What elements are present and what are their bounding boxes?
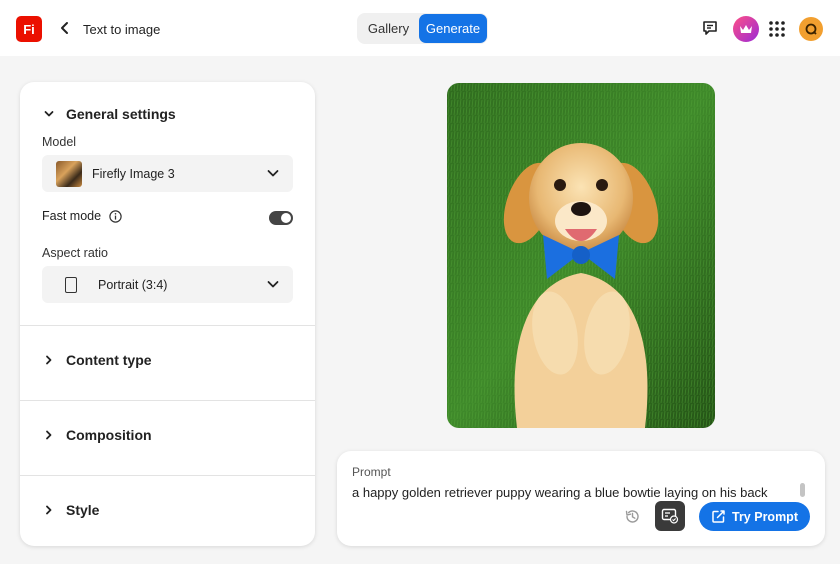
premium-crown-icon[interactable] (733, 16, 759, 42)
style-reference-icon (661, 508, 679, 524)
portrait-icon (65, 276, 77, 293)
fast-mode-row: Fast mode (42, 209, 122, 223)
style-header[interactable]: Style (44, 502, 99, 518)
feedback-icon[interactable] (701, 19, 719, 37)
toggle-knob (281, 213, 291, 223)
try-prompt-icon (712, 510, 725, 523)
chevron-down-icon (267, 281, 279, 288)
tab-gallery[interactable]: Gallery (358, 14, 419, 43)
style-title: Style (66, 502, 100, 518)
divider (20, 325, 315, 326)
firefly-logo[interactable]: Fi (16, 16, 42, 42)
general-settings-title: General settings (66, 106, 176, 122)
chevron-down-icon (44, 111, 54, 117)
try-prompt-button[interactable]: Try Prompt (699, 502, 810, 531)
chevron-right-icon (46, 505, 52, 515)
settings-panel: General settings Model Firefly Image 3 F… (20, 82, 315, 546)
prompt-label: Prompt (352, 465, 391, 479)
app-header: Fi Text to image Gallery Generate (0, 0, 840, 56)
content-type-title: Content type (66, 352, 152, 368)
style-reference-button[interactable] (655, 501, 685, 531)
back-chevron-icon[interactable] (58, 20, 72, 36)
tab-generate[interactable]: Generate (419, 14, 487, 43)
chevron-right-icon (46, 355, 52, 365)
model-thumbnail (56, 160, 82, 187)
composition-header[interactable]: Composition (44, 427, 152, 443)
aspect-ratio-label: Aspect ratio (42, 246, 109, 260)
chevron-down-icon (267, 170, 279, 177)
info-icon[interactable] (109, 209, 122, 223)
page-title: Text to image (83, 22, 161, 37)
chevron-right-icon (46, 430, 52, 440)
mode-toggle: Gallery Generate (357, 13, 488, 44)
general-settings-header[interactable]: General settings (44, 106, 176, 122)
divider (20, 475, 315, 476)
composition-title: Composition (66, 427, 152, 443)
try-prompt-label: Try Prompt (732, 509, 798, 524)
generated-image[interactable] (447, 83, 715, 428)
prompt-input[interactable]: a happy golden retriever puppy wearing a… (352, 485, 768, 500)
divider (20, 400, 315, 401)
aspect-ratio-value: Portrait (3:4) (98, 277, 168, 292)
prompt-scrollbar[interactable] (800, 483, 805, 497)
prompt-box: Prompt a happy golden retriever puppy we… (337, 451, 825, 546)
model-label: Model (42, 135, 77, 149)
apps-grid-icon[interactable] (769, 21, 785, 37)
content-type-header[interactable]: Content type (44, 352, 152, 368)
avatar[interactable] (799, 17, 823, 41)
model-value: Firefly Image 3 (92, 166, 175, 181)
history-icon[interactable] (624, 508, 641, 525)
model-select[interactable]: Firefly Image 3 (42, 155, 293, 192)
fast-mode-toggle[interactable] (269, 211, 293, 225)
fast-mode-label: Fast mode (42, 209, 102, 223)
aspect-ratio-select[interactable]: Portrait (3:4) (42, 266, 293, 303)
